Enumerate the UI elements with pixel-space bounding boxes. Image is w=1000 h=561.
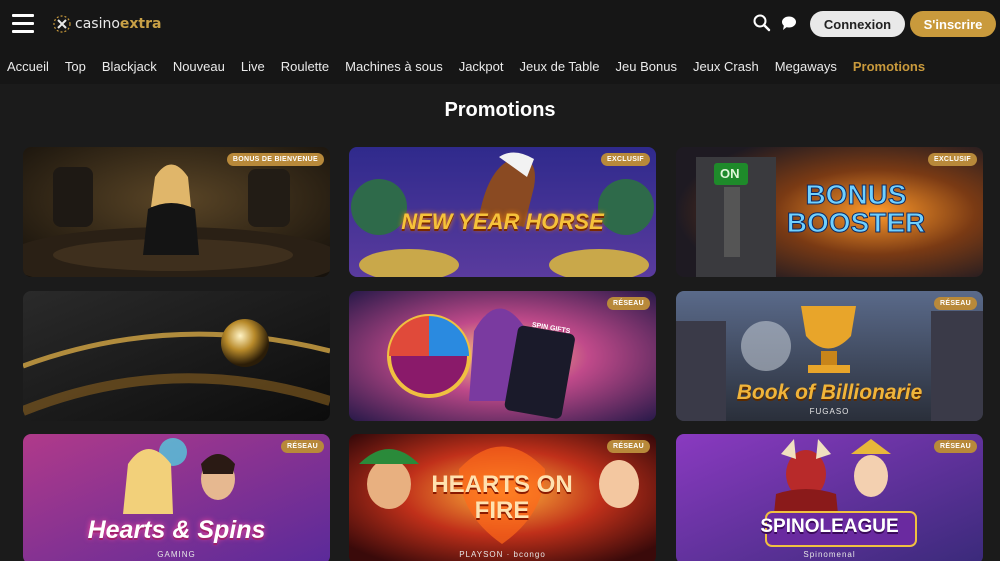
logo-text-extra: extra <box>119 16 162 32</box>
nav-item-machines-a-sous[interactable]: Machines à sous <box>345 59 443 74</box>
logo-text-casino: casino <box>75 16 120 32</box>
promo-card-hearts-on-fire[interactable]: HEARTS ON FIRE PLAYSON · bcongo RÉSEAU <box>349 434 656 561</box>
nav-item-live[interactable]: Live <box>241 59 265 74</box>
status-badge: BONUS DE BIENVENUE <box>226 153 324 166</box>
nav-item-jeux-crash[interactable]: Jeux Crash <box>693 59 759 74</box>
status-badge: EXCLUSIF <box>927 153 977 166</box>
nav-item-blackjack[interactable]: Blackjack <box>102 59 157 74</box>
page-title: Promotions <box>444 99 556 121</box>
nav-item-roulette[interactable]: Roulette <box>281 59 329 74</box>
casino-extra-logo-icon <box>53 15 71 33</box>
nav-item-megaways[interactable]: Megaways <box>775 59 837 74</box>
card-art-title: HEARTS ON FIRE <box>431 471 573 524</box>
nav-item-promotions[interactable]: Promotions <box>853 59 925 74</box>
roulette-ball-artwork <box>23 291 330 421</box>
on-switch-label: ON <box>720 166 740 181</box>
promo-card-bonus-booster[interactable]: ON BONUS BOOSTER EXCLUSIF <box>676 147 983 277</box>
logo-text: casinoextra <box>75 16 161 32</box>
search-icon[interactable] <box>752 13 772 33</box>
promo-card-welcome-bonus[interactable]: BONUS DE BIENVENUE <box>23 147 330 277</box>
signup-button[interactable]: S'inscrire <box>910 11 996 37</box>
provider-label: PLAYSON · bcongo <box>459 550 546 559</box>
card-art-title: Book of Billionarie <box>736 381 923 404</box>
card-art-title: BONUS BOOSTER <box>786 179 926 238</box>
provider-label: Spinomenal <box>803 550 856 559</box>
status-badge: RÉSEAU <box>934 440 977 453</box>
promo-card-roulette-ball[interactable] <box>23 291 330 421</box>
live-dealer-artwork <box>23 147 330 277</box>
status-badge: RÉSEAU <box>934 297 977 310</box>
nav-item-top[interactable]: Top <box>65 59 86 74</box>
nav-item-jackpot[interactable]: Jackpot <box>459 59 504 74</box>
provider-label: GAMING <box>157 550 196 559</box>
status-badge: RÉSEAU <box>281 440 324 453</box>
promo-card-spin-gifts[interactable]: SPIN GIFTS RÉSEAU <box>349 291 656 421</box>
provider-label: FUGASO <box>809 407 850 416</box>
nav-item-jeux-de-table[interactable]: Jeux de Table <box>520 59 600 74</box>
status-badge: EXCLUSIF <box>600 153 650 166</box>
card-art-title: Hearts & Spins <box>87 516 266 544</box>
promo-card-new-year-horse[interactable]: NEW YEAR HORSE EXCLUSIF <box>349 147 656 277</box>
status-badge: RÉSEAU <box>607 297 650 310</box>
nav-item-jeu-bonus[interactable]: Jeu Bonus <box>616 59 677 74</box>
promo-card-book-of-billionarie[interactable]: Book of Billionarie FUGASO RÉSEAU <box>676 291 983 421</box>
nav-item-nouveau[interactable]: Nouveau <box>173 59 225 74</box>
chat-bubble-icon[interactable] <box>779 13 799 33</box>
card-art-title: NEW YEAR HORSE <box>401 209 604 234</box>
card-art-title: SPINOLEAGUE <box>760 516 899 537</box>
site-logo[interactable]: casinoextra <box>52 12 161 36</box>
nav-item-accueil[interactable]: Accueil <box>7 59 49 74</box>
promo-card-spinoleague[interactable]: SPINOLEAGUE Spinomenal RÉSEAU <box>676 434 983 561</box>
spin-gifts-artwork <box>349 291 656 421</box>
top-bar: casinoextra Connexion S'inscrire <box>0 0 1000 48</box>
status-badge: RÉSEAU <box>607 440 650 453</box>
promo-card-hearts-and-spins[interactable]: Hearts & Spins GAMING RÉSEAU <box>23 434 330 561</box>
category-nav: Accueil Top Blackjack Nouveau Live Roule… <box>0 48 1000 84</box>
hamburger-menu-icon[interactable] <box>12 14 34 34</box>
spinoleague-artwork <box>676 434 983 561</box>
login-button[interactable]: Connexion <box>810 11 905 37</box>
